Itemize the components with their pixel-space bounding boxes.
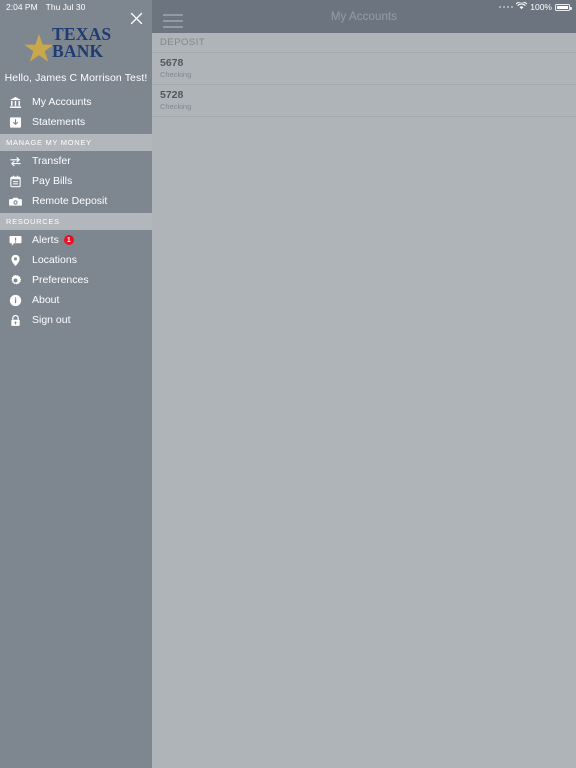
sidebar-section-resources: RESOURCES: [0, 213, 152, 230]
top-app-bar: My Accounts: [152, 0, 576, 33]
hamburger-bar: [163, 26, 183, 28]
sidebar-item-locations[interactable]: Locations: [0, 250, 152, 270]
page-title: My Accounts: [331, 11, 397, 23]
sidebar-item-alerts[interactable]: Alerts 1: [0, 230, 152, 250]
main-panel: My Accounts DEPOSIT 5678 Checking 5728 C…: [152, 0, 576, 768]
camera-icon: [6, 192, 24, 210]
sidebar-item-my-accounts[interactable]: My Accounts: [0, 92, 152, 112]
sidebar-nav: My Accounts Statements MANAGE MY MONEY: [0, 92, 152, 330]
hamburger-bar: [163, 20, 183, 22]
sidebar-item-remote-deposit[interactable]: Remote Deposit: [0, 191, 152, 211]
sidebar-item-label: Preferences: [32, 274, 89, 286]
sidebar-item-preferences[interactable]: Preferences: [0, 270, 152, 290]
transfer-arrows-icon: [6, 152, 24, 170]
logo-text: TEXAS BANK: [52, 26, 111, 60]
account-type: Checking: [160, 102, 576, 112]
sidebar-item-label: Statements: [32, 116, 85, 128]
sidebar-item-statements[interactable]: Statements: [0, 112, 152, 132]
calendar-icon: [6, 172, 24, 190]
statements-icon: [6, 113, 24, 131]
sidebar-section-manage-my-money: MANAGE MY MONEY: [0, 134, 152, 151]
account-number: 5678: [160, 57, 576, 70]
app-root: My Accounts DEPOSIT 5678 Checking 5728 C…: [0, 0, 576, 768]
alerts-badge: 1: [64, 235, 74, 245]
account-number: 5728: [160, 89, 576, 102]
greeting-text: Hello, James C Morrison Test!: [0, 72, 152, 84]
navigation-drawer: TEXAS BANK Hello, James C Morrison Test!: [0, 0, 152, 768]
account-row-1[interactable]: 5728 Checking: [152, 85, 576, 117]
account-type: Checking: [160, 70, 576, 80]
sidebar-item-label: My Accounts: [32, 96, 92, 108]
star-icon: [24, 34, 54, 68]
sidebar-item-label: Transfer: [32, 155, 71, 167]
sidebar-item-about[interactable]: About: [0, 290, 152, 310]
map-pin-icon: [6, 251, 24, 269]
logo-line-2: BANK: [52, 43, 111, 60]
sidebar-item-label: Remote Deposit: [32, 195, 107, 207]
sidebar-item-label: About: [32, 294, 59, 306]
sidebar-item-pay-bills[interactable]: Pay Bills: [0, 171, 152, 191]
sidebar-item-label: Locations: [32, 254, 77, 266]
sidebar-item-label: Sign out: [32, 314, 71, 326]
accounts-list: DEPOSIT 5678 Checking 5728 Checking: [152, 33, 576, 768]
alert-bell-icon: [6, 231, 24, 249]
close-icon[interactable]: [127, 9, 145, 27]
sidebar-item-transfer[interactable]: Transfer: [0, 151, 152, 171]
info-icon: [6, 291, 24, 309]
lock-icon: [6, 311, 24, 329]
sidebar-item-label: Alerts: [32, 234, 59, 246]
account-row-0[interactable]: 5678 Checking: [152, 53, 576, 85]
section-header-deposit: DEPOSIT: [152, 33, 576, 53]
bank-logo: TEXAS BANK: [0, 24, 152, 68]
gear-icon: [6, 271, 24, 289]
hamburger-menu-icon[interactable]: [163, 14, 183, 28]
sidebar-item-sign-out[interactable]: Sign out: [0, 310, 152, 330]
sidebar-item-label: Pay Bills: [32, 175, 72, 187]
bank-icon: [6, 93, 24, 111]
hamburger-bar: [163, 14, 183, 16]
